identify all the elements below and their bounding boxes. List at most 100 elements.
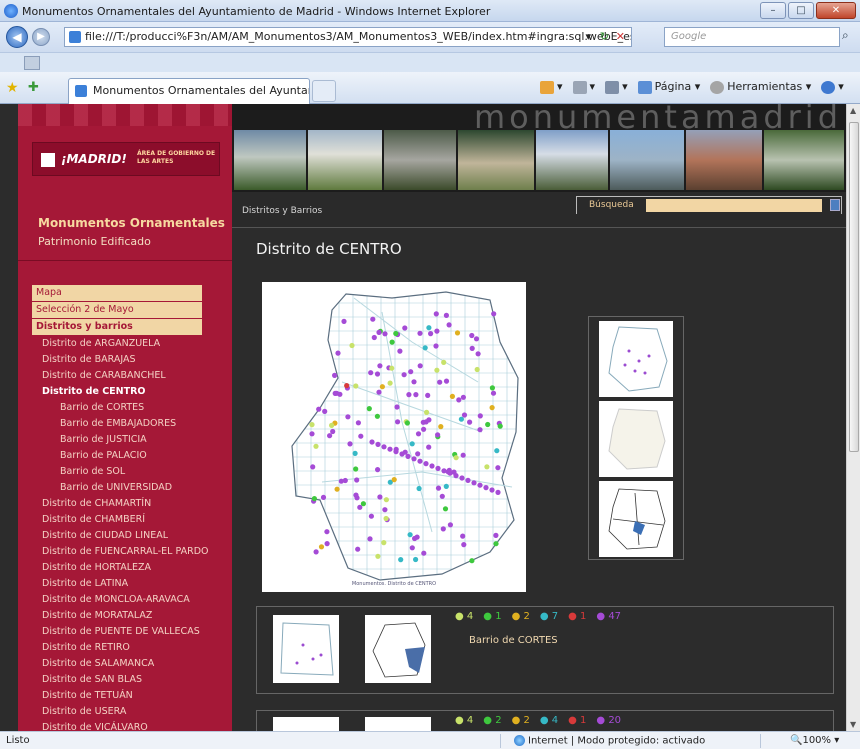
menu-district-item[interactable]: Distrito de TETUÁN <box>32 688 232 704</box>
madrid-logo[interactable]: ¡MADRID! ÁREA DE GOBIERNO DE LAS ARTES <box>32 142 220 176</box>
monument-marker[interactable] <box>453 473 459 479</box>
monument-marker[interactable] <box>381 444 387 450</box>
monument-marker[interactable] <box>495 489 501 495</box>
monument-marker[interactable] <box>416 485 422 492</box>
monument-marker[interactable] <box>414 534 420 540</box>
barrio-location-thumbnail[interactable] <box>365 717 431 731</box>
search-icon[interactable]: ⌕ <box>842 28 849 43</box>
menu-district-item[interactable]: Distrito de CHAMARTÍN <box>32 496 232 512</box>
monument-marker[interactable] <box>438 424 444 430</box>
monument-marker[interactable] <box>465 477 471 483</box>
monument-marker[interactable] <box>417 363 423 369</box>
monument-marker[interactable] <box>426 444 432 450</box>
monument-marker[interactable] <box>415 451 421 457</box>
monument-marker[interactable] <box>389 365 395 371</box>
thumbnail-monuments[interactable] <box>599 321 673 397</box>
busqueda-input[interactable] <box>646 199 822 212</box>
menu-district-item[interactable]: Distrito de CIUDAD LINEAL <box>32 528 232 544</box>
monument-marker[interactable] <box>398 557 404 563</box>
monument-marker[interactable] <box>408 369 414 375</box>
monument-marker[interactable] <box>439 493 445 499</box>
monument-marker[interactable] <box>391 477 397 483</box>
monument-marker[interactable] <box>433 311 439 317</box>
scroll-down-icon[interactable]: ▼ <box>850 720 856 729</box>
monument-marker[interactable] <box>347 441 353 447</box>
monument-marker[interactable] <box>474 366 480 373</box>
scrollbar-thumb[interactable] <box>849 122 859 452</box>
monument-marker[interactable] <box>382 507 388 513</box>
monument-marker[interactable] <box>335 350 341 356</box>
monument-marker[interactable] <box>429 463 435 469</box>
menu-district-item[interactable]: Distrito de SAN BLAS <box>32 672 232 688</box>
monument-marker[interactable] <box>491 311 497 317</box>
forward-button[interactable]: ▶ <box>32 28 50 46</box>
menu-barrio-item[interactable]: Barrio de EMBAJADORES <box>32 416 232 432</box>
monument-marker[interactable] <box>485 421 491 428</box>
monument-marker[interactable] <box>382 331 388 337</box>
monument-marker[interactable] <box>477 427 483 433</box>
section-title[interactable]: Monumentos Ornamentales <box>38 216 225 230</box>
monument-marker[interactable] <box>327 433 333 439</box>
monument-marker[interactable] <box>320 494 327 500</box>
thumbnail-streets[interactable] <box>599 401 673 477</box>
monument-marker[interactable] <box>383 497 389 503</box>
monument-marker[interactable] <box>375 467 381 473</box>
menu-district-item[interactable]: Distrito de LATINA <box>32 576 232 592</box>
monument-marker[interactable] <box>494 448 500 454</box>
monument-marker[interactable] <box>389 339 395 345</box>
close-button[interactable]: ✕ <box>816 2 856 19</box>
monument-marker[interactable] <box>375 553 381 559</box>
monument-marker[interactable] <box>483 485 489 491</box>
monument-marker[interactable] <box>497 423 503 429</box>
menu-district-item[interactable]: Distrito de SALAMANCA <box>32 656 232 672</box>
menu-district-item[interactable]: Distrito de BARAJAS <box>32 352 232 368</box>
monument-marker[interactable] <box>417 330 423 336</box>
monument-marker[interactable] <box>367 536 373 542</box>
monument-marker[interactable] <box>440 526 446 532</box>
monument-marker[interactable] <box>423 461 429 467</box>
menu-item-mapa[interactable]: Mapa <box>32 285 202 301</box>
monument-marker[interactable] <box>477 482 483 488</box>
monument-marker[interactable] <box>437 379 443 385</box>
barrio-location-thumbnail[interactable] <box>365 615 431 683</box>
monument-marker[interactable] <box>368 370 374 376</box>
monument-marker[interactable] <box>374 371 381 377</box>
monument-marker[interactable] <box>460 533 466 539</box>
monument-marker[interactable] <box>374 413 380 419</box>
monument-marker[interactable] <box>447 470 453 476</box>
help-icon[interactable]: ▾ <box>821 80 844 94</box>
print-icon[interactable]: ▾ <box>605 80 628 94</box>
zoom-control[interactable]: 🔍100% ▾ <box>790 735 839 746</box>
monument-marker[interactable] <box>358 433 364 439</box>
monument-marker[interactable] <box>355 420 361 426</box>
barrio-map-thumbnail[interactable] <box>273 615 339 683</box>
search-input[interactable]: Google <box>664 27 840 47</box>
monument-marker[interactable] <box>443 378 450 384</box>
monument-marker[interactable] <box>434 328 440 334</box>
menu-barrio-item[interactable]: Barrio de CORTES <box>32 400 232 416</box>
monument-marker[interactable] <box>421 550 427 556</box>
monument-marker[interactable] <box>473 336 480 342</box>
monument-marker[interactable] <box>454 330 461 336</box>
monument-marker[interactable] <box>490 390 497 396</box>
add-favorites-icon[interactable]: ✚ <box>28 80 39 95</box>
menu-district-item[interactable]: Distrito de PUENTE DE VALLECAS <box>32 624 232 640</box>
monument-marker[interactable] <box>435 485 442 491</box>
maximize-button[interactable]: □ <box>788 2 814 19</box>
monument-marker[interactable] <box>422 345 428 351</box>
monument-marker[interactable] <box>435 465 441 471</box>
monument-marker[interactable] <box>434 367 440 373</box>
monument-marker[interactable] <box>353 492 359 498</box>
barrio-map-thumbnail[interactable] <box>273 717 339 731</box>
monument-marker[interactable] <box>387 446 393 452</box>
monument-marker[interactable] <box>409 545 415 551</box>
menu-district-centro[interactable]: Distrito de CENTRO <box>32 384 232 400</box>
monument-marker[interactable] <box>324 541 330 547</box>
monument-marker[interactable] <box>330 428 336 435</box>
monument-marker[interactable] <box>377 363 383 369</box>
monument-marker[interactable] <box>393 449 399 455</box>
breadcrumb[interactable]: Distritos y Barrios <box>242 206 322 216</box>
monument-marker[interactable] <box>409 441 415 447</box>
home-icon[interactable]: ▾ <box>540 80 563 94</box>
address-dropdown-icon[interactable]: ▾ <box>585 28 591 46</box>
